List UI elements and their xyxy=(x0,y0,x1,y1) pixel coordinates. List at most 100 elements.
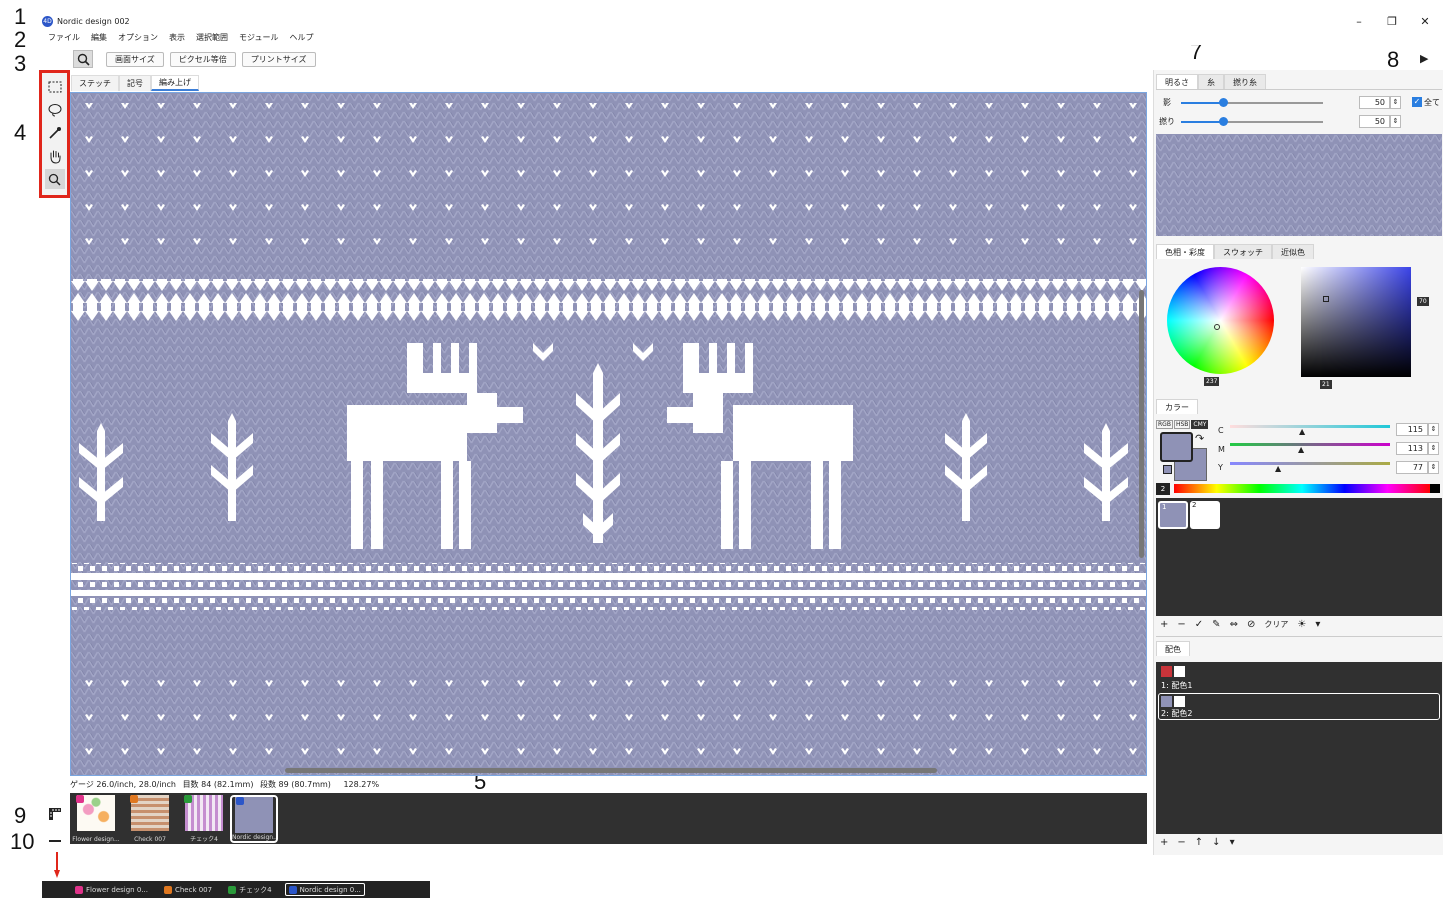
swatch-grid: 1 2 xyxy=(1156,498,1442,616)
close-button[interactable]: ✕ xyxy=(1410,12,1440,30)
m-slider-pointer-icon[interactable]: ▲ xyxy=(1298,445,1304,454)
reset-colors-icon[interactable] xyxy=(1163,465,1172,474)
swatch-1[interactable]: 1 xyxy=(1158,501,1188,529)
shadow-input[interactable]: 50 xyxy=(1359,96,1390,109)
swap-swatch-button[interactable]: ⇔ xyxy=(1230,619,1238,630)
add-scheme-button[interactable]: + xyxy=(1160,837,1168,848)
menu-file[interactable]: ファイル xyxy=(48,32,80,43)
annotation-4: 4 xyxy=(14,120,27,145)
menu-module[interactable]: モジュール xyxy=(239,32,278,43)
brightness-button[interactable]: ☀ xyxy=(1297,619,1306,630)
tab-swatch[interactable]: スウォッチ xyxy=(1214,244,1272,259)
scheme-menu-button[interactable]: ▾ xyxy=(1230,837,1235,848)
mode-hsb[interactable]: HSB xyxy=(1173,420,1191,429)
tab-hue-saturation[interactable]: 色相・彩度 xyxy=(1156,244,1214,259)
disable-swatch-button[interactable]: ⊘ xyxy=(1247,619,1255,630)
view-toolbar: 画面サイズ ピクセル等倍 プリントサイズ xyxy=(70,48,1180,70)
scheme-panel-title: 配色 xyxy=(1156,641,1190,656)
apply-swatch-button[interactable]: ✓ xyxy=(1195,619,1203,630)
y-slider[interactable] xyxy=(1230,462,1390,465)
thumbnail-flower[interactable]: Flower design... xyxy=(72,795,120,843)
menu-view[interactable]: 表示 xyxy=(169,32,185,43)
y-slider-pointer-icon[interactable]: ▲ xyxy=(1275,464,1281,473)
menu-options[interactable]: オプション xyxy=(118,32,158,43)
vertical-scrollbar[interactable] xyxy=(1139,290,1144,558)
thumbnail-check4[interactable]: チェック4 xyxy=(180,795,228,843)
foreground-color-swatch[interactable] xyxy=(1160,432,1193,462)
thumbnail-check[interactable]: Check 007 xyxy=(126,795,174,843)
spectrum-bar[interactable] xyxy=(1174,484,1440,493)
shadow-slider-knob[interactable] xyxy=(1219,98,1228,107)
eyedropper-tool[interactable] xyxy=(45,123,65,143)
spinner-arrows-icon[interactable]: ⇕ xyxy=(1428,442,1439,455)
shadow-slider[interactable] xyxy=(1181,98,1323,107)
move-up-button[interactable]: ↑ xyxy=(1195,837,1203,848)
zoom-tool[interactable] xyxy=(44,169,65,189)
c-input[interactable]: 115 xyxy=(1396,423,1428,436)
all-checkbox[interactable]: ✓ xyxy=(1412,97,1422,107)
tab-knit-preview[interactable]: 編み上げ xyxy=(151,75,199,91)
twist-input[interactable]: 50 xyxy=(1359,115,1390,128)
minimize-button[interactable]: – xyxy=(1344,12,1374,30)
lasso-tool[interactable] xyxy=(45,100,65,120)
tab-similar-color[interactable]: 近似色 xyxy=(1272,244,1314,259)
mode-rgb[interactable]: RGB xyxy=(1156,420,1173,429)
ruler-button[interactable] xyxy=(47,806,63,825)
swap-colors-icon[interactable]: ↷ xyxy=(1195,432,1204,445)
doc-tab-flower[interactable]: Flower design 0... xyxy=(72,883,151,896)
scheme-color-1 xyxy=(1161,696,1172,707)
c-slider-pointer-icon[interactable]: ▲ xyxy=(1299,427,1305,436)
tab-brightness[interactable]: 明るさ xyxy=(1156,74,1198,89)
spinner-arrows-icon[interactable]: ⇕ xyxy=(1390,96,1401,109)
spinner-arrows-icon[interactable]: ⇕ xyxy=(1428,423,1439,436)
edit-swatch-button[interactable]: ✎ xyxy=(1212,619,1220,630)
thumbnail-nordic[interactable]: Nordic design... xyxy=(230,795,278,843)
spinner-arrows-icon[interactable]: ⇕ xyxy=(1390,115,1401,128)
scheme-item-2[interactable]: 2: 配色2 xyxy=(1158,693,1440,720)
c-label: C xyxy=(1218,426,1224,435)
spinner-arrows-icon[interactable]: ⇕ xyxy=(1428,461,1439,474)
hand-tool[interactable] xyxy=(45,146,65,166)
add-swatch-button[interactable]: + xyxy=(1160,619,1168,630)
swatch-2[interactable]: 2 xyxy=(1190,501,1220,529)
document-badge-icon xyxy=(75,885,83,894)
doc-tab-label: Nordic design 0... xyxy=(299,885,361,894)
collapse-thumbnails-button[interactable] xyxy=(49,840,61,842)
menu-edit[interactable]: 編集 xyxy=(91,32,107,43)
m-slider[interactable] xyxy=(1230,443,1390,446)
tab-yarn[interactable]: 糸 xyxy=(1198,74,1224,89)
move-down-button[interactable]: ↓ xyxy=(1212,837,1220,848)
saturation-value-label: 21 xyxy=(1320,380,1332,389)
swatch-menu-button[interactable]: ▾ xyxy=(1315,619,1320,630)
saturation-brightness-square[interactable] xyxy=(1301,267,1411,377)
knit-canvas[interactable] xyxy=(70,92,1147,776)
panel-expand-arrow-icon[interactable]: ▶ xyxy=(1420,52,1428,65)
print-size-button[interactable]: プリントサイズ xyxy=(241,51,316,67)
remove-scheme-button[interactable]: − xyxy=(1177,837,1185,848)
twist-slider[interactable] xyxy=(1181,117,1323,126)
doc-tab-check[interactable]: Check 007 xyxy=(161,883,215,896)
m-input[interactable]: 113 xyxy=(1396,442,1428,455)
remove-swatch-button[interactable]: − xyxy=(1177,619,1185,630)
restore-button[interactable]: ❐ xyxy=(1377,12,1407,30)
clear-button[interactable]: クリア xyxy=(1264,619,1288,630)
pixel-equal-button[interactable]: ピクセル等倍 xyxy=(169,51,236,67)
doc-tab-nordic[interactable]: Nordic design 0... xyxy=(284,883,365,896)
tab-twist[interactable]: 撚り糸 xyxy=(1224,74,1266,89)
mode-cmy[interactable]: CMY xyxy=(1191,420,1209,429)
horizontal-scrollbar[interactable] xyxy=(285,768,937,773)
menu-help[interactable]: ヘルプ xyxy=(289,32,313,43)
thumbnail-caption: Nordic design... xyxy=(232,834,276,841)
menu-selection[interactable]: 選択範囲 xyxy=(196,32,228,43)
ruler-icon xyxy=(49,808,61,820)
hue-wheel[interactable] xyxy=(1167,267,1274,374)
twist-slider-knob[interactable] xyxy=(1219,117,1228,126)
tab-symbol[interactable]: 記号 xyxy=(119,75,151,91)
scheme-item-1[interactable]: 1: 配色1 xyxy=(1158,664,1438,692)
y-input[interactable]: 77 xyxy=(1396,461,1428,474)
fit-screen-button[interactable]: 画面サイズ xyxy=(106,51,164,67)
doc-tab-check4[interactable]: チェック4 xyxy=(225,883,274,896)
tab-stitch[interactable]: ステッチ xyxy=(71,75,119,91)
rect-select-tool[interactable] xyxy=(45,77,65,97)
c-slider[interactable] xyxy=(1230,425,1390,428)
